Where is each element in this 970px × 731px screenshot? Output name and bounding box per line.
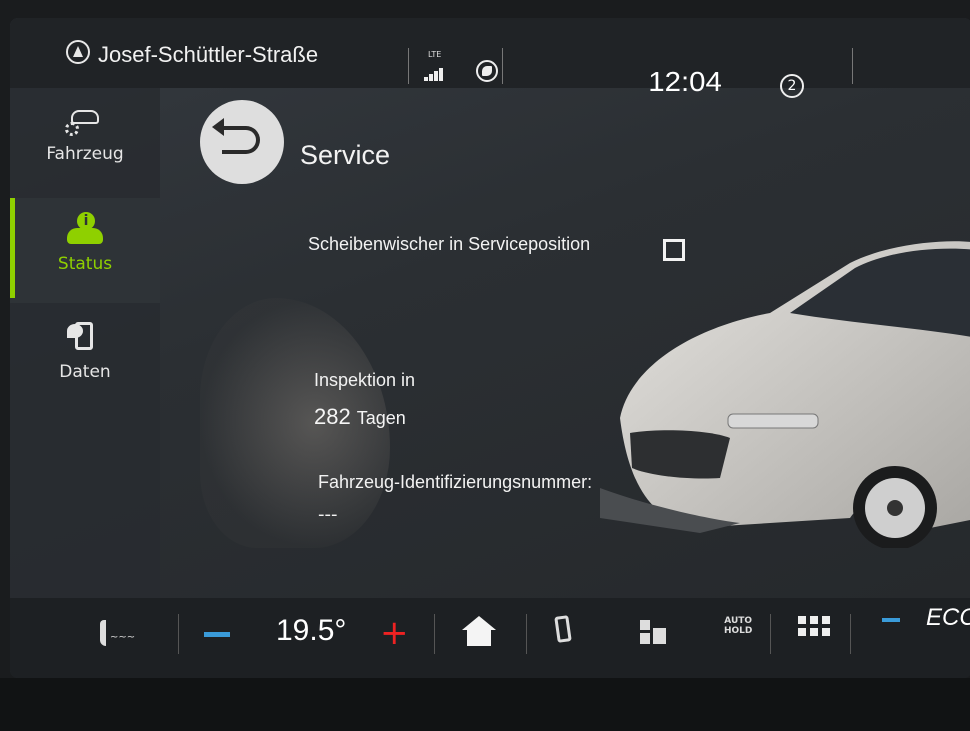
inspection-days: 282 Tagen — [314, 404, 406, 430]
sidebar-item-label: Status — [57, 254, 113, 274]
drive-mode-eco[interactable]: ECO — [926, 604, 970, 632]
car-settings-icon — [65, 102, 105, 138]
wiper-service-label: Scheibenwischer in Serviceposition — [308, 234, 591, 254]
divider — [850, 614, 851, 654]
divider — [770, 614, 771, 654]
temperature-value: 19.5° — [276, 614, 347, 647]
apps-grid-icon[interactable] — [798, 616, 830, 642]
vin-value: --- — [318, 504, 338, 525]
auto-hold-line1: AUTO — [724, 616, 753, 626]
sidebar-item-daten[interactable]: Daten — [10, 306, 160, 411]
divider — [502, 48, 503, 84]
inspection-days-unit: Tagen — [356, 408, 406, 428]
data-fuel-icon — [65, 320, 105, 356]
divider — [434, 614, 435, 654]
layout-icon[interactable] — [640, 620, 666, 644]
sidebar-item-status[interactable]: Status — [10, 198, 160, 303]
inspection-label: Inspektion in — [314, 370, 416, 390]
temperature-increase-button[interactable]: + — [380, 616, 409, 650]
status-bar: Josef-Schüttler-Straße LTE 12:04 2 — [10, 18, 970, 98]
auto-hold-line2: HOLD — [724, 626, 753, 636]
temperature-decrease-button[interactable] — [204, 632, 230, 637]
online-services-icon[interactable] — [476, 60, 498, 82]
climate-bar: 19.5° + AUTO HOLD ECO — [10, 598, 970, 678]
signal-strength-icon — [424, 62, 444, 81]
infotainment-screen: Josef-Schüttler-Straße LTE 12:04 2 Fahrz… — [10, 18, 970, 678]
sidebar: Fahrzeug Status Daten — [10, 88, 160, 598]
current-street[interactable]: Josef-Schüttler-Straße — [98, 42, 318, 68]
screen-bezel — [0, 678, 970, 731]
phone-icon[interactable] — [554, 615, 572, 643]
auto-hold-button[interactable]: AUTO HOLD — [724, 616, 752, 636]
divider — [178, 614, 179, 654]
divider — [526, 614, 527, 654]
main-content: Service Scheibenwischer in Servicepositi… — [160, 88, 970, 598]
home-icon[interactable] — [462, 616, 496, 646]
inspection-days-value: 282 — [314, 404, 351, 429]
navigation-icon[interactable] — [66, 40, 90, 64]
right-temperature-decrease-button[interactable] — [882, 618, 900, 622]
page-title: Service — [300, 140, 391, 170]
sidebar-item-label: Fahrzeug — [46, 144, 124, 164]
seat-heating-icon[interactable] — [98, 620, 135, 650]
vin-label: Fahrzeug-Identifizierungsnummer: — [318, 472, 593, 492]
divider — [852, 48, 853, 84]
vehicle-image — [600, 241, 970, 548]
car-info-icon — [65, 212, 105, 248]
back-button[interactable] — [200, 100, 284, 184]
sidebar-item-fahrzeug[interactable]: Fahrzeug — [10, 88, 160, 193]
network-type: LTE — [428, 50, 442, 59]
sidebar-item-label: Daten — [59, 362, 111, 382]
back-arrow-icon — [212, 118, 260, 154]
active-indicator — [10, 198, 15, 298]
divider — [408, 48, 409, 84]
